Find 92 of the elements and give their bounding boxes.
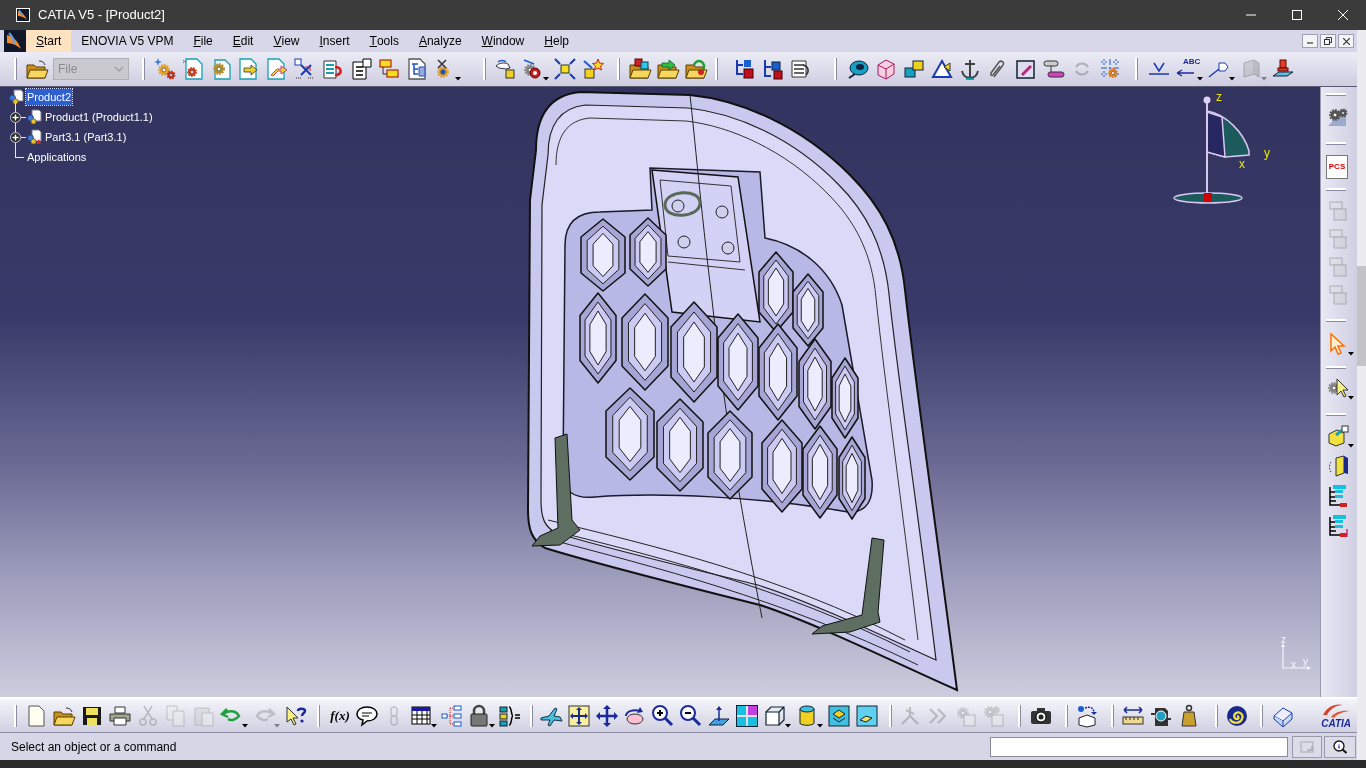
scrollbar-track[interactable] — [1357, 30, 1366, 760]
text-annotation-button[interactable]: ABC — [1175, 57, 1203, 81]
cube-icon[interactable] — [874, 57, 898, 81]
ring-icon[interactable] — [846, 57, 870, 81]
cube-pencil-icon[interactable] — [1326, 424, 1354, 448]
window-corner-icon — [1300, 740, 1314, 753]
tree-cube-icon[interactable] — [733, 57, 757, 81]
expand-icon[interactable] — [10, 111, 21, 123]
tree-node[interactable]: Product1 (Product1.1) — [44, 108, 154, 126]
axis-label: z — [1281, 634, 1286, 645]
pages-icon[interactable] — [1326, 454, 1350, 478]
gear-grid-icon[interactable] — [1098, 57, 1122, 81]
tree-diagram-icon[interactable] — [1326, 484, 1350, 508]
close-icon — [1342, 37, 1350, 45]
pcs-button[interactable]: PCS — [1326, 155, 1348, 179]
folder-boxes-icon[interactable] — [628, 57, 652, 81]
speech-bubble-icon[interactable] — [355, 703, 379, 728]
hand-cube-icon[interactable] — [493, 57, 517, 81]
menu-item[interactable]: Window — [471, 30, 535, 52]
list-undo-icon[interactable] — [321, 57, 345, 81]
folder-refresh-icon[interactable] — [684, 57, 708, 81]
quad-view-icon[interactable] — [735, 703, 759, 728]
menu-item[interactable]: Analyze — [408, 30, 472, 52]
ruler-icon[interactable] — [1121, 703, 1145, 728]
folder-arrow-icon[interactable] — [656, 57, 680, 81]
menu-item[interactable]: File — [183, 30, 223, 52]
fit-all-icon[interactable] — [567, 703, 591, 728]
box-tree-icon[interactable] — [377, 57, 401, 81]
maximize-icon[interactable] — [1292, 10, 1302, 20]
gear-document-icon[interactable] — [181, 57, 205, 81]
menu-item[interactable]: Help — [534, 30, 579, 52]
restore-button[interactable] — [1320, 34, 1336, 48]
zoom-in-icon[interactable] — [651, 703, 675, 728]
crosshair-arrows-icon[interactable] — [553, 57, 577, 81]
product-icon — [8, 89, 24, 105]
hide-show-icon[interactable] — [827, 703, 851, 728]
axis-triad-drawing — [1278, 643, 1312, 671]
wireframe-cube-icon[interactable] — [763, 703, 791, 728]
triangle-icon[interactable] — [930, 57, 954, 81]
star-cube-icon[interactable] — [581, 57, 605, 81]
gear-target-icon[interactable] — [521, 57, 549, 81]
menu-item[interactable]: Insert — [309, 30, 360, 52]
open-folder-icon[interactable] — [25, 57, 49, 81]
part-icon — [26, 129, 42, 145]
expand-icon[interactable] — [10, 131, 21, 143]
app-icon[interactable] — [4, 30, 26, 52]
padlock-icon[interactable] — [467, 703, 495, 728]
tree-node[interactable]: Product2 — [26, 88, 73, 106]
tree-cubes-icon[interactable] — [761, 57, 785, 81]
chevron-down-icon — [114, 66, 124, 72]
menu-item[interactable]: Start — [26, 30, 72, 52]
table-icon[interactable] — [409, 703, 437, 728]
info-button[interactable] — [1324, 735, 1356, 758]
document-tree-icon[interactable] — [405, 57, 429, 81]
axis-label: y — [1264, 146, 1270, 160]
menu-item[interactable]: Edit — [222, 30, 264, 52]
gear-pointer-icon[interactable] — [1326, 376, 1354, 400]
tree-node[interactable]: Applications — [26, 148, 88, 166]
tree-diagram-icon[interactable] — [1326, 514, 1350, 538]
swap-view-icon[interactable] — [855, 703, 879, 728]
close-button[interactable] — [1338, 34, 1354, 48]
app-icon[interactable] — [16, 8, 30, 22]
logo-text: CATIA — [1321, 718, 1351, 729]
menu-item[interactable]: Tools — [359, 30, 409, 52]
spiral-icon[interactable] — [1225, 703, 1249, 728]
printer-icon[interactable] — [108, 703, 132, 728]
command-input-field[interactable] — [990, 736, 1288, 757]
formula-button[interactable]: f(x) — [328, 703, 352, 728]
scrollbar-thumb[interactable] — [1357, 266, 1366, 366]
restore-icon — [1324, 37, 1332, 45]
axis-label: z — [1216, 90, 1222, 104]
brace-list-icon[interactable] — [498, 703, 522, 728]
minimize-button[interactable] — [1302, 34, 1318, 48]
axis-label: x — [1239, 157, 1245, 171]
frame-pencil-icon[interactable] — [1014, 57, 1038, 81]
anchor-icon[interactable] — [958, 57, 982, 81]
cubes-icon[interactable] — [902, 57, 926, 81]
link-pills-icon[interactable] — [1042, 57, 1066, 81]
info-icon — [1332, 739, 1348, 754]
gear-sparkle-icon[interactable] — [153, 57, 177, 81]
status-message: Select an object or a command — [11, 738, 177, 756]
document-arrow-icon[interactable] — [265, 57, 289, 81]
zoom-out-icon[interactable] — [679, 703, 703, 728]
pan-arrows-icon[interactable] — [595, 703, 619, 728]
menu-item[interactable]: View — [263, 30, 310, 52]
product-icon — [26, 109, 42, 125]
close-icon[interactable] — [1338, 10, 1348, 20]
document-lines-icon[interactable] — [349, 57, 373, 81]
menu-item[interactable]: ENOVIA V5 VPM — [71, 30, 184, 52]
tree-node[interactable]: Part3.1 (Part3.1) — [44, 128, 128, 146]
window-title: CATIA V5 - [Product2] — [38, 6, 165, 25]
box-arrow-icon[interactable] — [1075, 703, 1099, 728]
